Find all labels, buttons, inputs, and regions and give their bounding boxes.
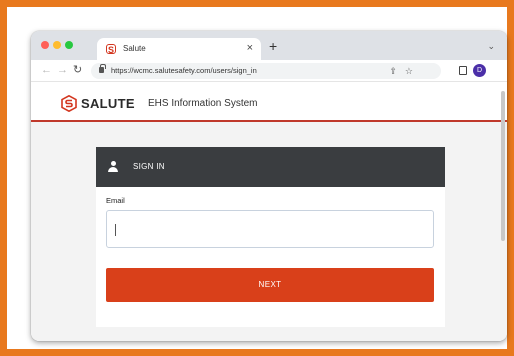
minimize-window-button[interactable]: [53, 41, 61, 49]
close-window-button[interactable]: [41, 41, 49, 49]
salute-logo-icon: [61, 95, 77, 112]
orange-frame: S Salute × + ⌄ ← → ↻ https://wcmc.salute…: [0, 0, 514, 356]
browser-window: S Salute × + ⌄ ← → ↻ https://wcmc.salute…: [31, 31, 507, 341]
page-scrollbar[interactable]: [501, 91, 505, 241]
logo-text: SALUTE: [81, 96, 135, 111]
salute-favicon-icon: S: [106, 44, 116, 55]
next-button[interactable]: NEXT: [106, 268, 434, 302]
tab-salute[interactable]: S Salute ×: [97, 38, 261, 60]
text-caret: [115, 224, 116, 236]
back-arrow-icon[interactable]: ←: [41, 64, 52, 77]
maximize-window-button[interactable]: [65, 41, 73, 49]
forward-arrow-icon[interactable]: →: [57, 64, 68, 77]
system-name: EHS Information System: [148, 98, 258, 109]
address-toolbar: ← → ↻ https://wcmc.salutesafety.com/user…: [31, 60, 507, 82]
bookmark-star-icon[interactable]: ☆: [405, 65, 413, 77]
signin-card: SIGN IN Email NEXT: [96, 147, 445, 327]
sidebar-panel-icon[interactable]: [459, 66, 467, 75]
frame-inner: S Salute × + ⌄ ← → ↻ https://wcmc.salute…: [7, 7, 507, 349]
new-tab-button[interactable]: +: [269, 39, 277, 53]
page-content: SALUTE EHS Information System SIGN IN Em…: [31, 83, 507, 341]
signin-card-header: SIGN IN: [96, 147, 445, 187]
reload-icon[interactable]: ↻: [73, 64, 82, 77]
tab-close-icon[interactable]: ×: [247, 42, 253, 54]
tab-search-chevron-icon[interactable]: ⌄: [487, 41, 495, 52]
signin-title: SIGN IN: [133, 162, 165, 171]
site-header: SALUTE EHS Information System: [31, 83, 507, 122]
tab-strip: S Salute × + ⌄: [31, 31, 507, 60]
email-label: Email: [106, 196, 125, 205]
email-field[interactable]: [106, 210, 434, 248]
share-icon[interactable]: ⇪: [389, 65, 397, 77]
tab-title: Salute: [123, 44, 146, 53]
profile-avatar[interactable]: D: [473, 64, 486, 77]
user-icon: [108, 161, 118, 172]
url-text[interactable]: https://wcmc.salutesafety.com/users/sign…: [111, 66, 257, 75]
lock-icon[interactable]: [99, 64, 106, 73]
address-bar[interactable]: https://wcmc.salutesafety.com/users/sign…: [91, 63, 441, 79]
